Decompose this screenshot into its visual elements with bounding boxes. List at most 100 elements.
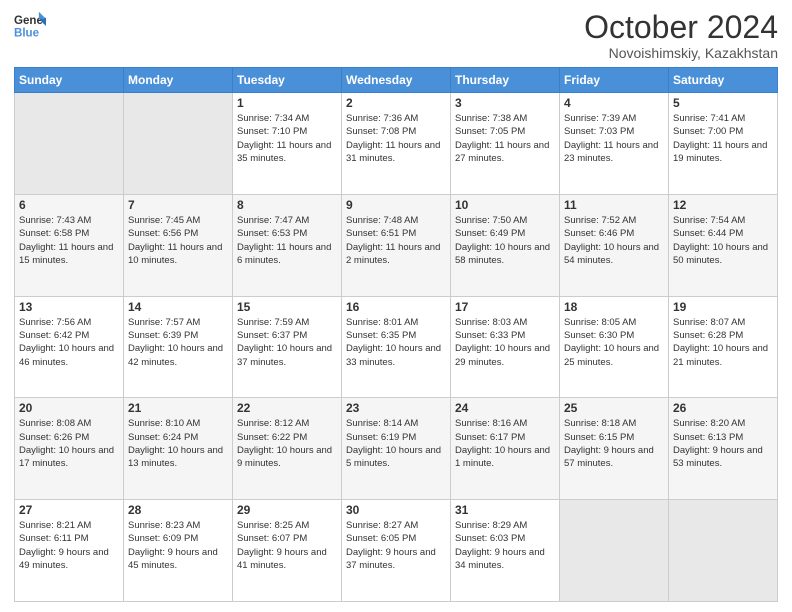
table-row (669, 500, 778, 602)
day-info: Sunrise: 7:54 AMSunset: 6:44 PMDaylight:… (673, 214, 773, 267)
table-row: 17 Sunrise: 8:03 AMSunset: 6:33 PMDayligh… (451, 296, 560, 398)
day-number: 7 (128, 198, 228, 212)
day-info: Sunrise: 7:34 AMSunset: 7:10 PMDaylight:… (237, 112, 337, 165)
day-info: Sunrise: 7:41 AMSunset: 7:00 PMDaylight:… (673, 112, 773, 165)
day-info: Sunrise: 8:01 AMSunset: 6:35 PMDaylight:… (346, 316, 446, 369)
day-info: Sunrise: 7:38 AMSunset: 7:05 PMDaylight:… (455, 112, 555, 165)
table-row (560, 500, 669, 602)
day-number: 1 (237, 96, 337, 110)
table-row: 15Sunrise: 7:59 AMSunset: 6:37 PMDayligh… (233, 296, 342, 398)
day-info: Sunrise: 7:45 AMSunset: 6:56 PMDaylight:… (128, 214, 228, 267)
table-row: 25 Sunrise: 8:18 AMSunset: 6:15 PMDayligh… (560, 398, 669, 500)
table-row: 1 Sunrise: 7:34 AMSunset: 7:10 PMDaylight… (233, 93, 342, 195)
day-number: 26 (673, 401, 773, 415)
day-number: 14 (128, 300, 228, 314)
day-number: 10 (455, 198, 555, 212)
table-row: 12Sunrise: 7:54 AMSunset: 6:44 PMDayligh… (669, 194, 778, 296)
col-friday: Friday (560, 68, 669, 93)
header: General Blue October 2024 Novoishimskiy,… (14, 10, 778, 61)
table-row: 28Sunrise: 8:23 AMSunset: 6:09 PMDayligh… (124, 500, 233, 602)
day-info: Sunrise: 7:47 AMSunset: 6:53 PMDaylight:… (237, 214, 337, 267)
day-info: Sunrise: 8:05 AMSunset: 6:30 PMDaylight:… (564, 316, 664, 369)
day-info: Sunrise: 8:07 AMSunset: 6:28 PMDaylight:… (673, 316, 773, 369)
col-monday: Monday (124, 68, 233, 93)
table-row: 26 Sunrise: 8:20 AMSunset: 6:13 PMDayligh… (669, 398, 778, 500)
col-wednesday: Wednesday (342, 68, 451, 93)
col-thursday: Thursday (451, 68, 560, 93)
day-number: 17 (455, 300, 555, 314)
day-info: Sunrise: 8:29 AMSunset: 6:03 PMDaylight:… (455, 519, 555, 572)
col-tuesday: Tuesday (233, 68, 342, 93)
day-info: Sunrise: 8:27 AMSunset: 6:05 PMDaylight:… (346, 519, 446, 572)
table-row: 16Sunrise: 8:01 AMSunset: 6:35 PMDayligh… (342, 296, 451, 398)
table-row: 7 Sunrise: 7:45 AMSunset: 6:56 PMDaylight… (124, 194, 233, 296)
day-info: Sunrise: 8:12 AMSunset: 6:22 PMDaylight:… (237, 417, 337, 470)
day-info: Sunrise: 8:18 AMSunset: 6:15 PMDaylight:… (564, 417, 664, 470)
day-info: Sunrise: 7:39 AMSunset: 7:03 PMDaylight:… (564, 112, 664, 165)
day-info: Sunrise: 7:48 AMSunset: 6:51 PMDaylight:… (346, 214, 446, 267)
table-row: 21 Sunrise: 8:10 AMSunset: 6:24 PMDayligh… (124, 398, 233, 500)
day-info: Sunrise: 8:10 AMSunset: 6:24 PMDaylight:… (128, 417, 228, 470)
table-row: 5 Sunrise: 7:41 AMSunset: 7:00 PMDaylight… (669, 93, 778, 195)
day-number: 30 (346, 503, 446, 517)
calendar-week-row: 20Sunrise: 8:08 AMSunset: 6:26 PMDayligh… (15, 398, 778, 500)
svg-text:Blue: Blue (14, 28, 40, 40)
day-number: 18 (564, 300, 664, 314)
table-row: 23 Sunrise: 8:14 AMSunset: 6:19 PMDayligh… (342, 398, 451, 500)
subtitle: Novoishimskiy, Kazakhstan (584, 45, 778, 61)
day-number: 22 (237, 401, 337, 415)
table-row: 10 Sunrise: 7:50 AMSunset: 6:49 PMDayligh… (451, 194, 560, 296)
day-info: Sunrise: 8:25 AMSunset: 6:07 PMDaylight:… (237, 519, 337, 572)
col-sunday: Sunday (15, 68, 124, 93)
table-row: 18 Sunrise: 8:05 AMSunset: 6:30 PMDayligh… (560, 296, 669, 398)
table-row: 6 Sunrise: 7:43 AMSunset: 6:58 PMDaylight… (15, 194, 124, 296)
day-number: 21 (128, 401, 228, 415)
table-row: 11Sunrise: 7:52 AMSunset: 6:46 PMDayligh… (560, 194, 669, 296)
table-row: 24 Sunrise: 8:16 AMSunset: 6:17 PMDayligh… (451, 398, 560, 500)
calendar-week-row: 13Sunrise: 7:56 AMSunset: 6:42 PMDayligh… (15, 296, 778, 398)
day-info: Sunrise: 8:21 AMSunset: 6:11 PMDaylight:… (19, 519, 119, 572)
logo: General Blue (14, 10, 46, 42)
table-row: 20Sunrise: 8:08 AMSunset: 6:26 PMDayligh… (15, 398, 124, 500)
day-info: Sunrise: 7:43 AMSunset: 6:58 PMDaylight:… (19, 214, 119, 267)
table-row: 9Sunrise: 7:48 AMSunset: 6:51 PMDaylight… (342, 194, 451, 296)
table-row (15, 93, 124, 195)
table-row: 2 Sunrise: 7:36 AMSunset: 7:08 PMDaylight… (342, 93, 451, 195)
col-saturday: Saturday (669, 68, 778, 93)
day-info: Sunrise: 7:57 AMSunset: 6:39 PMDaylight:… (128, 316, 228, 369)
day-number: 2 (346, 96, 446, 110)
table-row: 4Sunrise: 7:39 AMSunset: 7:03 PMDaylight… (560, 93, 669, 195)
day-info: Sunrise: 7:56 AMSunset: 6:42 PMDaylight:… (19, 316, 119, 369)
table-row: 30 Sunrise: 8:27 AMSunset: 6:05 PMDayligh… (342, 500, 451, 602)
day-info: Sunrise: 7:59 AMSunset: 6:37 PMDaylight:… (237, 316, 337, 369)
day-info: Sunrise: 7:36 AMSunset: 7:08 PMDaylight:… (346, 112, 446, 165)
day-info: Sunrise: 8:03 AMSunset: 6:33 PMDaylight:… (455, 316, 555, 369)
day-number: 27 (19, 503, 119, 517)
main-title: October 2024 (584, 10, 778, 45)
day-number: 23 (346, 401, 446, 415)
day-number: 24 (455, 401, 555, 415)
table-row: 22 Sunrise: 8:12 AMSunset: 6:22 PMDayligh… (233, 398, 342, 500)
table-row: 14 Sunrise: 7:57 AMSunset: 6:39 PMDayligh… (124, 296, 233, 398)
calendar-week-row: 27 Sunrise: 8:21 AMSunset: 6:11 PMDayligh… (15, 500, 778, 602)
day-number: 31 (455, 503, 555, 517)
calendar-week-row: 1 Sunrise: 7:34 AMSunset: 7:10 PMDaylight… (15, 93, 778, 195)
day-info: Sunrise: 8:16 AMSunset: 6:17 PMDaylight:… (455, 417, 555, 470)
table-row: 27 Sunrise: 8:21 AMSunset: 6:11 PMDayligh… (15, 500, 124, 602)
day-number: 19 (673, 300, 773, 314)
day-number: 5 (673, 96, 773, 110)
calendar-header-row: Sunday Monday Tuesday Wednesday Thursday… (15, 68, 778, 93)
day-info: Sunrise: 8:14 AMSunset: 6:19 PMDaylight:… (346, 417, 446, 470)
day-number: 11 (564, 198, 664, 212)
table-row: 19 Sunrise: 8:07 AMSunset: 6:28 PMDayligh… (669, 296, 778, 398)
day-info: Sunrise: 7:50 AMSunset: 6:49 PMDaylight:… (455, 214, 555, 267)
table-row: 8Sunrise: 7:47 AMSunset: 6:53 PMDaylight… (233, 194, 342, 296)
table-row: 3 Sunrise: 7:38 AMSunset: 7:05 PMDaylight… (451, 93, 560, 195)
day-number: 6 (19, 198, 119, 212)
day-number: 25 (564, 401, 664, 415)
logo-icon: General Blue (14, 10, 46, 42)
day-number: 3 (455, 96, 555, 110)
table-row: 13Sunrise: 7:56 AMSunset: 6:42 PMDayligh… (15, 296, 124, 398)
day-info: Sunrise: 8:20 AMSunset: 6:13 PMDaylight:… (673, 417, 773, 470)
calendar-week-row: 6 Sunrise: 7:43 AMSunset: 6:58 PMDaylight… (15, 194, 778, 296)
